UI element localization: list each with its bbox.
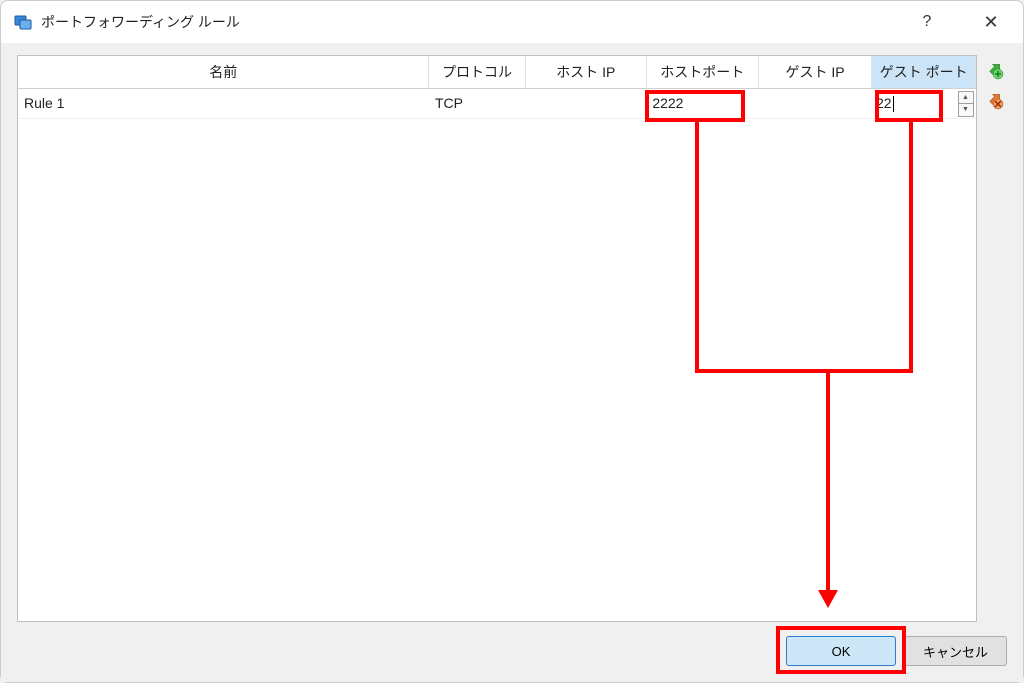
spin-up-button[interactable]: ▲ (959, 92, 973, 105)
table-row[interactable]: Rule 1 TCP 2222 22 ▲ ▼ (18, 88, 976, 118)
cancel-button[interactable]: キャンセル (904, 636, 1007, 666)
guest-port-value[interactable]: 22 (872, 95, 958, 112)
annotation-line (695, 122, 699, 373)
annotation-line (826, 373, 830, 593)
window-title: ポートフォワーディング ルール (41, 12, 907, 32)
help-button[interactable]: ? (907, 13, 947, 31)
remove-rule-button[interactable] (983, 89, 1005, 111)
guest-port-spinbox[interactable]: 22 ▲ ▼ (872, 89, 976, 119)
header-guest-port[interactable]: ゲスト ポート (872, 56, 976, 88)
dialog-buttons: OK キャンセル (17, 622, 1007, 670)
header-name[interactable]: 名前 (18, 56, 429, 88)
cell-guest-ip[interactable] (758, 88, 872, 118)
app-icon (13, 12, 33, 32)
add-rule-button[interactable] (983, 59, 1005, 81)
annotation-line (695, 369, 913, 373)
header-protocol[interactable]: プロトコル (429, 56, 525, 88)
rules-table-container: 名前 プロトコル ホスト IP ホストポート ゲスト IP ゲスト ポート Ru… (17, 55, 977, 622)
cell-host-ip[interactable] (525, 88, 646, 118)
annotation-arrow-icon (818, 590, 838, 608)
cell-name[interactable]: Rule 1 (18, 88, 429, 118)
cell-protocol[interactable]: TCP (429, 88, 525, 118)
header-host-port[interactable]: ホストポート (646, 56, 758, 88)
close-button[interactable]: ✕ (971, 12, 1011, 33)
add-icon (984, 60, 1004, 80)
ok-button[interactable]: OK (786, 636, 896, 666)
annotation-line (909, 122, 913, 373)
cell-host-port[interactable]: 2222 (646, 88, 758, 118)
header-host-ip[interactable]: ホスト IP (525, 56, 646, 88)
cell-guest-port[interactable]: 22 ▲ ▼ (872, 88, 976, 118)
spin-down-button[interactable]: ▼ (959, 104, 973, 116)
remove-icon (984, 90, 1004, 110)
titlebar: ポートフォワーディング ルール ? ✕ (1, 1, 1023, 43)
header-guest-ip[interactable]: ゲスト IP (758, 56, 872, 88)
rules-table: 名前 プロトコル ホスト IP ホストポート ゲスト IP ゲスト ポート Ru… (18, 56, 976, 119)
dialog-content: 名前 プロトコル ホスト IP ホストポート ゲスト IP ゲスト ポート Ru… (1, 43, 1023, 682)
port-forwarding-dialog: ポートフォワーディング ルール ? ✕ 名前 プロトコル ホスト IP ホストポ… (0, 0, 1024, 683)
